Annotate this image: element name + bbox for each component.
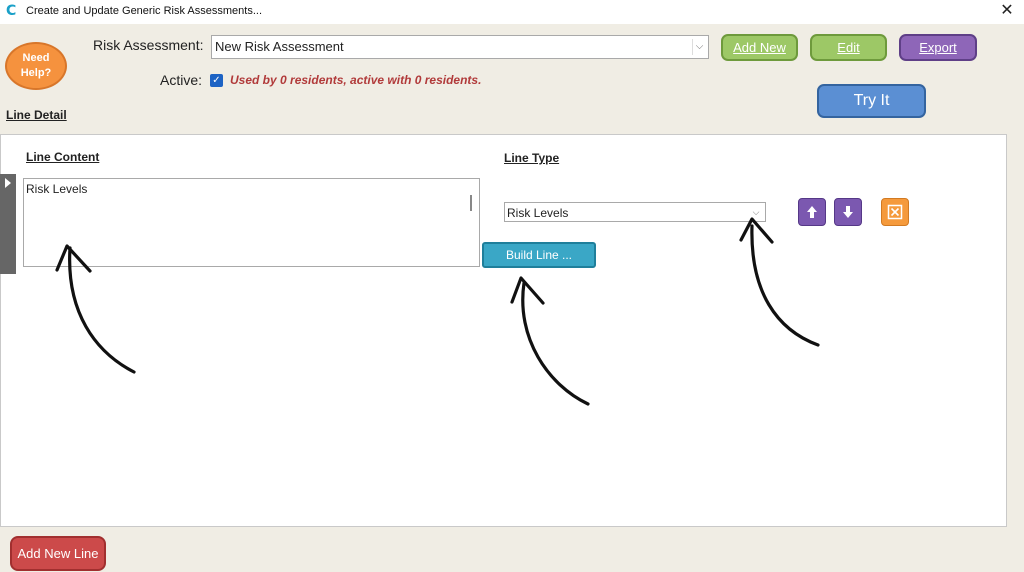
line-type-combo[interactable]: Risk Levels ⌵ bbox=[504, 202, 766, 222]
record-selector[interactable] bbox=[0, 174, 16, 274]
window-title: Create and Update Generic Risk Assessmen… bbox=[26, 5, 262, 17]
edit-button[interactable]: Edit bbox=[810, 34, 887, 61]
add-new-line-button[interactable]: Add New Line bbox=[10, 536, 106, 571]
scrollbar[interactable] bbox=[470, 195, 472, 211]
usage-status-text: Used by 0 residents, active with 0 resid… bbox=[230, 73, 482, 87]
arrow-down-icon bbox=[843, 206, 853, 218]
line-content-label: Line Content bbox=[26, 150, 100, 164]
chevron-down-icon[interactable]: ⌵ bbox=[692, 39, 706, 55]
export-button[interactable]: Export bbox=[899, 34, 977, 61]
risk-assessment-combo[interactable]: New Risk Assessment ⌵ bbox=[211, 35, 709, 59]
line-type-label: Line Type bbox=[504, 151, 560, 165]
chevron-down-icon[interactable]: ⌵ bbox=[749, 205, 763, 219]
active-label: Active: bbox=[160, 72, 203, 88]
title-bar: C Create and Update Generic Risk Assessm… bbox=[0, 0, 1024, 24]
add-new-button[interactable]: Add New bbox=[721, 34, 798, 61]
risk-assessment-value: New Risk Assessment bbox=[215, 39, 344, 54]
build-line-button[interactable]: Build Line ... bbox=[482, 242, 596, 268]
move-up-button[interactable] bbox=[798, 198, 826, 226]
line-detail-heading: Line Detail bbox=[6, 108, 67, 122]
line-content-field[interactable]: Risk Levels bbox=[23, 178, 480, 267]
arrow-up-icon bbox=[807, 206, 817, 218]
risk-assessment-label: Risk Assessment: bbox=[93, 37, 204, 53]
need-help-button[interactable]: Need Help? bbox=[5, 42, 67, 90]
app-logo-icon: C bbox=[6, 3, 17, 19]
record-selector-icon bbox=[5, 178, 11, 188]
delete-line-button[interactable] bbox=[881, 198, 909, 226]
close-icon[interactable]: ✕ bbox=[996, 1, 1018, 23]
line-type-value: Risk Levels bbox=[507, 206, 569, 220]
move-down-button[interactable] bbox=[834, 198, 862, 226]
line-content-value: Risk Levels bbox=[26, 182, 88, 196]
checkbox-icon[interactable]: ✓ bbox=[210, 74, 223, 87]
try-it-button[interactable]: Try It bbox=[817, 84, 926, 118]
delete-icon bbox=[887, 204, 903, 220]
